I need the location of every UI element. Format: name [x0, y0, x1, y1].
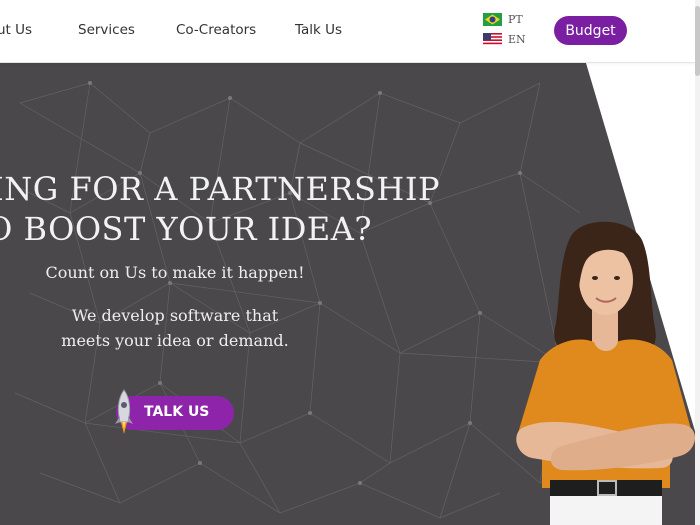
hero-headline-line-1: KING FOR A PARTNERSHIP — [0, 170, 440, 208]
hero-description: We develop software that meets your idea… — [0, 303, 350, 353]
talk-us-label: TALK US — [144, 404, 210, 420]
hero-description-line-1: We develop software that — [71, 306, 279, 325]
top-navigation-bar: ut Us Services Co-Creators Talk Us PT EN… — [0, 0, 700, 63]
hero-section: KING FOR A PARTNERSHIP O BOOST YOUR IDEA… — [0, 63, 700, 525]
hero-description-line-2: meets your idea or demand. — [61, 331, 289, 350]
hero-headline: KING FOR A PARTNERSHIP O BOOST YOUR IDEA… — [0, 169, 440, 249]
rocket-icon — [115, 389, 133, 434]
language-code-pt: PT — [508, 13, 523, 26]
hero-headline-line-2: O BOOST YOUR IDEA? — [0, 210, 372, 248]
scrollbar-thumb[interactable] — [695, 6, 700, 76]
nav-services[interactable]: Services — [78, 22, 135, 38]
usa-flag-icon — [483, 33, 502, 46]
brazil-flag-icon — [483, 13, 502, 26]
budget-button[interactable]: Budget — [554, 16, 627, 45]
hero-subtitle: Count on Us to make it happen! — [45, 263, 305, 282]
language-code-en: EN — [508, 33, 526, 46]
nav-talk-us[interactable]: Talk Us — [295, 22, 342, 38]
page-scrollbar[interactable] — [695, 0, 700, 525]
language-option-en[interactable]: EN — [483, 33, 526, 46]
language-option-pt[interactable]: PT — [483, 13, 523, 26]
nav-co-creators[interactable]: Co-Creators — [176, 22, 256, 38]
talk-us-button[interactable]: TALK US — [115, 389, 234, 434]
nav-about-us[interactable]: ut Us — [0, 22, 32, 38]
woman-portrait-image — [516, 221, 695, 525]
